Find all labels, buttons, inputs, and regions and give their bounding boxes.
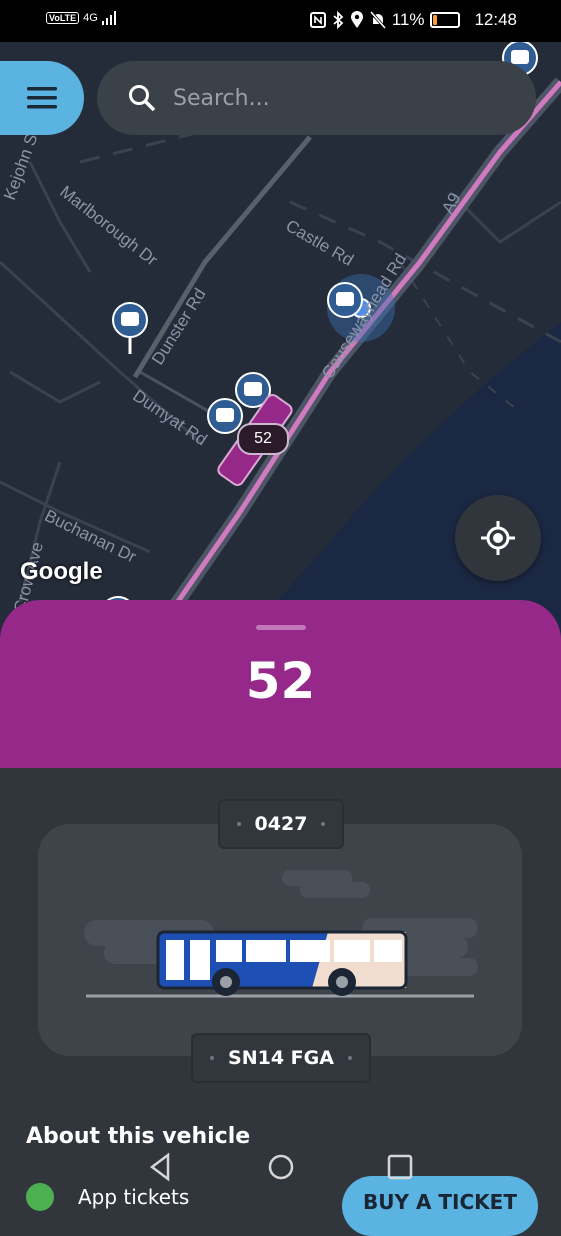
network-type: 4G — [83, 12, 98, 24]
route-number: 52 — [245, 652, 316, 710]
status-left: VoLTE 4G — [46, 11, 118, 25]
bluetooth-icon — [333, 11, 344, 29]
system-nav-bar — [0, 1148, 561, 1188]
volte-indicator: VoLTE — [46, 12, 80, 24]
clock: 12:48 — [474, 10, 517, 29]
search-icon — [129, 85, 156, 112]
my-location-button[interactable] — [455, 495, 541, 581]
status-right: 11% 12:48 — [309, 10, 517, 30]
registration-plate: SN14 FGA — [228, 1047, 334, 1069]
fleet-number-tag: 0427 — [218, 799, 344, 849]
feature-label: App tickets — [78, 1185, 190, 1209]
crosshair-icon — [481, 521, 515, 555]
home-icon[interactable] — [266, 1152, 296, 1182]
bus-stop-marker[interactable] — [207, 398, 243, 434]
drag-handle[interactable] — [256, 625, 306, 630]
signal-icon — [101, 11, 116, 25]
hamburger-icon — [27, 87, 57, 109]
vehicle-details: 0427 SN14 FGA About this vehicle — [0, 768, 561, 1200]
search-bar[interactable] — [97, 61, 536, 135]
google-attribution: Google — [20, 558, 103, 585]
about-vehicle-heading: About this vehicle — [26, 1124, 251, 1149]
battery-percent: 11% — [391, 10, 425, 29]
vehicle-card — [38, 824, 522, 1056]
search-input[interactable] — [171, 84, 495, 112]
back-icon[interactable] — [146, 1152, 176, 1182]
status-bar: VoLTE 4G 11% 12:48 — [0, 0, 561, 42]
nfc-icon — [309, 12, 326, 28]
registration-tag: SN14 FGA — [191, 1033, 371, 1083]
menu-button[interactable] — [0, 61, 84, 135]
vehicle-route-label: 52 — [237, 423, 289, 455]
route-header[interactable]: 52 — [0, 600, 561, 768]
battery-icon — [430, 12, 461, 28]
bus-stop-marker[interactable] — [112, 302, 148, 354]
bus-illustration — [84, 870, 478, 998]
mute-bell-icon — [369, 11, 386, 29]
fleet-number: 0427 — [254, 813, 308, 835]
location-icon — [350, 11, 363, 28]
recents-icon[interactable] — [385, 1152, 415, 1182]
